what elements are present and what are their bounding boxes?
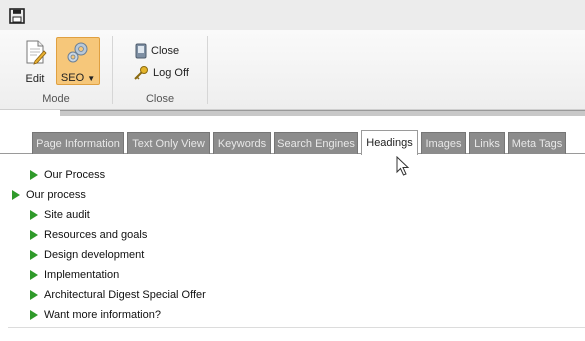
seo-button-label: SEO ▼	[57, 72, 99, 84]
tab-search-engines[interactable]: Search Engines	[274, 132, 358, 154]
close-group: Close Log Off Close	[113, 30, 207, 110]
save-icon[interactable]	[9, 8, 25, 24]
tab-page-information[interactable]: Page Information	[32, 132, 124, 154]
tab-links[interactable]: Links	[469, 132, 505, 154]
play-arrow-icon	[30, 270, 38, 280]
list-item[interactable]: Design development	[30, 245, 144, 265]
heading-text: Architectural Digest Special Offer	[44, 289, 206, 301]
heading-text: Design development	[44, 249, 145, 261]
play-arrow-icon	[30, 230, 38, 240]
play-arrow-icon	[30, 210, 38, 220]
edit-button-label: Edit	[25, 73, 45, 85]
tab-images[interactable]: Images	[421, 132, 466, 154]
play-arrow-icon	[30, 250, 38, 260]
heading-text: Resources and goals	[44, 229, 148, 241]
seo-button[interactable]: SEO ▼	[56, 37, 100, 85]
close-group-label: Close	[145, 93, 175, 105]
list-item[interactable]: Site audit	[30, 205, 90, 225]
play-arrow-icon	[12, 190, 20, 200]
tab-bar: Page Information Text Only View Keywords…	[0, 128, 585, 155]
close-button-label: Close	[151, 45, 180, 57]
group-divider	[207, 36, 208, 104]
tab-text-only-view[interactable]: Text Only View	[127, 132, 210, 154]
close-button[interactable]: Close	[135, 43, 179, 59]
spacer	[0, 116, 585, 128]
mode-group: Edit SEO ▼ Mode	[0, 30, 112, 110]
list-item[interactable]: Resources and goals	[30, 225, 147, 245]
ribbon: Edit SEO ▼ Mode Close Log Off Close	[0, 30, 585, 110]
divider	[8, 327, 585, 328]
close-phone-icon	[135, 43, 147, 59]
heading-text: Site audit	[44, 209, 90, 221]
logoff-button-label: Log Off	[153, 67, 189, 79]
edit-button[interactable]: Edit	[21, 37, 49, 85]
play-arrow-icon	[30, 170, 38, 180]
list-item[interactable]: Implementation	[30, 265, 119, 285]
seo-gear-icon	[67, 42, 88, 63]
list-item[interactable]: Want more information?	[30, 305, 161, 325]
heading-text: Our process	[26, 189, 86, 201]
list-item[interactable]: Architectural Digest Special Offer	[30, 285, 206, 305]
list-item[interactable]: Our Process	[30, 165, 105, 185]
heading-text: Implementation	[44, 269, 120, 281]
mode-group-label: Mode	[42, 93, 70, 105]
mouse-cursor-icon	[396, 156, 410, 176]
play-arrow-icon	[30, 310, 38, 320]
title-bar	[0, 0, 585, 30]
seo-label-text: SEO	[60, 72, 85, 84]
key-icon	[134, 66, 148, 80]
list-item[interactable]: Our process	[12, 185, 86, 205]
tab-keywords[interactable]: Keywords	[213, 132, 271, 154]
edit-page-icon	[26, 40, 47, 65]
tab-meta-tags[interactable]: Meta Tags	[508, 132, 566, 154]
chevron-down-icon: ▼	[87, 74, 96, 83]
logoff-button[interactable]: Log Off	[133, 65, 189, 81]
heading-text: Want more information?	[44, 309, 161, 321]
tab-headings[interactable]: Headings	[361, 130, 418, 155]
play-arrow-icon	[30, 290, 38, 300]
heading-text: Our Process	[44, 169, 106, 181]
